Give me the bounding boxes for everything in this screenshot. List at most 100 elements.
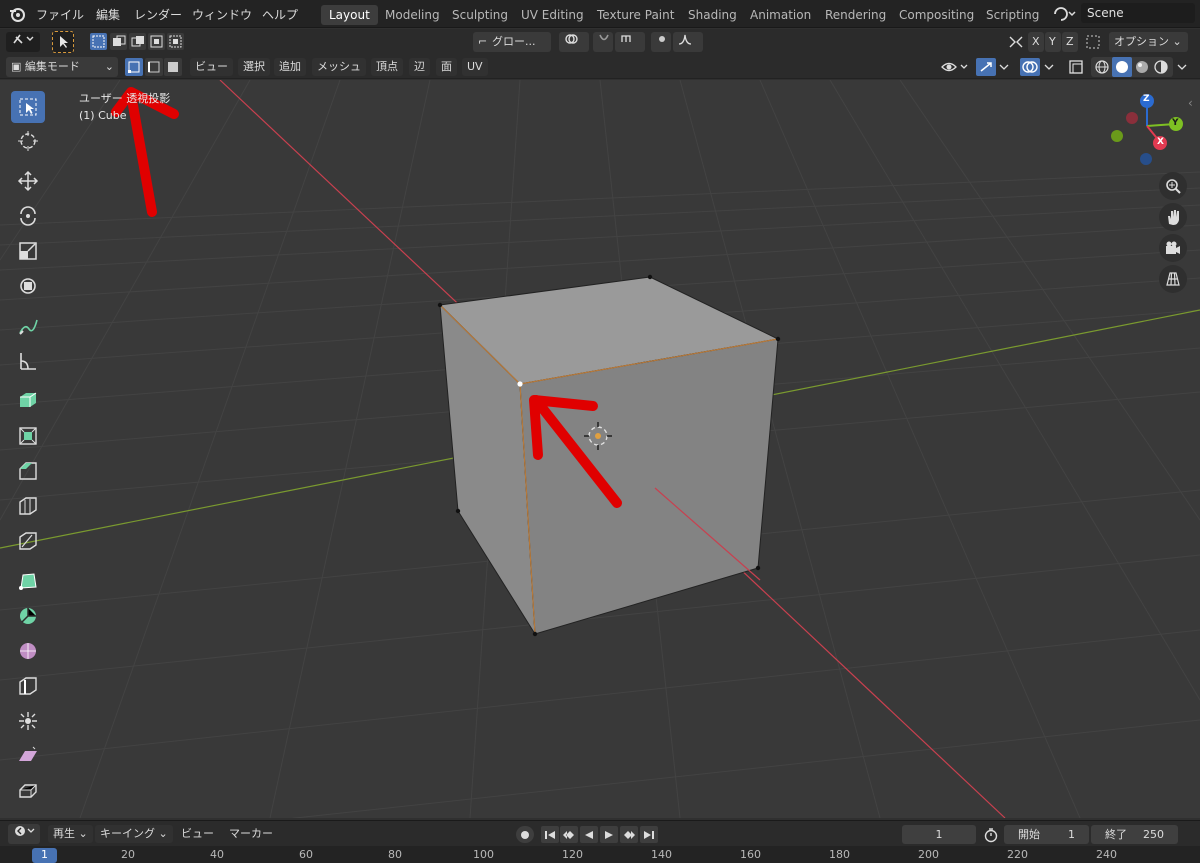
vertex[interactable] xyxy=(775,336,781,342)
tab-modeling[interactable]: Modeling xyxy=(377,5,448,25)
play-icon[interactable] xyxy=(600,826,618,843)
editor-type-dropdown[interactable] xyxy=(8,824,40,844)
vertex[interactable] xyxy=(647,274,653,280)
chevron-down-icon[interactable] xyxy=(998,58,1010,79)
menu-view[interactable]: ビュー xyxy=(190,58,233,76)
menu-mesh[interactable]: メッシュ xyxy=(312,58,366,76)
proportional-edit-button[interactable] xyxy=(651,32,671,52)
current-frame-field[interactable]: 1 xyxy=(902,825,976,844)
menu-select[interactable]: 選択 xyxy=(238,58,270,76)
3d-viewport[interactable]: Z Y X ユーザー 透視投影 (1) Cube xyxy=(0,80,1200,818)
prev-keyframe-icon[interactable] xyxy=(560,826,578,843)
rendered-shading-icon[interactable] xyxy=(1153,59,1169,78)
cube-mesh[interactable] xyxy=(437,274,781,637)
mode-dropdown[interactable]: ▣ 編集モード ⌄ xyxy=(6,57,118,77)
tab-uv-editing[interactable]: UV Editing xyxy=(513,5,592,25)
menu-keying[interactable]: キーイング ⌄ xyxy=(95,825,173,843)
jump-start-icon[interactable] xyxy=(541,826,559,843)
menu-edge[interactable]: 辺 xyxy=(409,58,430,76)
auto-merge-icon[interactable] xyxy=(1085,34,1103,53)
tab-layout[interactable]: Layout xyxy=(321,5,378,25)
solid-shading-icon[interactable] xyxy=(1112,57,1132,77)
select-invert-icon[interactable] xyxy=(148,33,165,50)
select-extend-icon[interactable] xyxy=(110,33,127,50)
navigation-gizmo[interactable] xyxy=(1111,94,1183,165)
bevel-tool-icon[interactable] xyxy=(11,455,45,487)
selected-vertex[interactable] xyxy=(517,381,523,387)
poly-build-tool-icon[interactable] xyxy=(11,565,45,597)
menu-uv[interactable]: UV xyxy=(462,58,488,76)
transform-orientation-dropdown[interactable]: ⌐グロー... ⌄ xyxy=(473,32,551,68)
menu-render[interactable]: レンダー xyxy=(134,6,182,23)
options-dropdown[interactable]: オプション ⌄ xyxy=(1109,32,1188,52)
sidebar-expand-icon[interactable]: ‹ xyxy=(1188,96,1193,110)
tab-animation[interactable]: Animation xyxy=(742,5,819,25)
mirror-y-button[interactable]: Y xyxy=(1045,32,1061,52)
menu-timeline-view[interactable]: ビュー xyxy=(176,825,219,843)
tab-scripting[interactable]: Scripting xyxy=(978,5,1047,25)
knife-tool-icon[interactable] xyxy=(11,525,45,557)
tool-dropdown-button[interactable] xyxy=(6,32,40,52)
menu-add[interactable]: 追加 xyxy=(274,58,306,76)
extrude-tool-icon[interactable] xyxy=(11,420,45,452)
tab-compositing[interactable]: Compositing xyxy=(891,5,982,25)
menu-marker[interactable]: マーカー xyxy=(224,825,278,843)
wireframe-shading-icon[interactable] xyxy=(1094,59,1110,78)
scene-name-field[interactable]: Scene xyxy=(1081,3,1195,23)
playhead-frame[interactable]: 1 xyxy=(32,848,57,863)
play-reverse-icon[interactable] xyxy=(580,826,598,843)
pivot-point-button[interactable] xyxy=(559,32,589,52)
loop-cut-tool-icon[interactable] xyxy=(11,490,45,522)
jump-end-icon[interactable] xyxy=(640,826,658,843)
zoom-icon[interactable] xyxy=(1159,172,1187,200)
ortho-grid-icon[interactable] xyxy=(1159,265,1187,293)
edge-select-mode-icon[interactable] xyxy=(145,58,163,76)
shrink-fatten-tool-icon[interactable] xyxy=(11,705,45,737)
chevron-down-icon[interactable] xyxy=(1176,58,1188,79)
rip-region-tool-icon[interactable] xyxy=(11,775,45,807)
add-cube-tool-icon[interactable] xyxy=(11,385,45,417)
menu-window[interactable]: ウィンドウ xyxy=(192,6,252,23)
face-select-mode-icon[interactable] xyxy=(164,58,182,76)
mirror-x-button[interactable]: X xyxy=(1028,32,1044,52)
mirror-z-button[interactable]: Z xyxy=(1062,32,1078,52)
timeline-ruler[interactable]: 1 20 40 60 80 100 120 140 160 180 200 22… xyxy=(0,846,1200,863)
move-tool-icon[interactable] xyxy=(11,165,45,197)
record-button[interactable] xyxy=(516,826,534,843)
vertex[interactable] xyxy=(437,302,443,308)
tab-rendering[interactable]: Rendering xyxy=(817,5,894,25)
select-intersect-icon[interactable] xyxy=(167,33,184,50)
blender-logo-icon[interactable] xyxy=(8,5,26,26)
chevron-down-icon[interactable] xyxy=(1043,58,1055,79)
spin-tool-icon[interactable] xyxy=(11,600,45,632)
visibility-eye-icon[interactable] xyxy=(940,58,970,79)
material-shading-icon[interactable] xyxy=(1134,59,1150,78)
select-subtract-icon[interactable] xyxy=(129,33,146,50)
overlays-toggle-icon[interactable] xyxy=(1020,58,1040,76)
menu-face[interactable]: 面 xyxy=(436,58,457,76)
tab-texture-paint[interactable]: Texture Paint xyxy=(589,5,682,25)
transform-tool-icon[interactable] xyxy=(11,270,45,302)
annotate-tool-icon[interactable] xyxy=(11,310,45,342)
stopwatch-icon[interactable] xyxy=(983,827,999,846)
snap-toggle-button[interactable] xyxy=(593,32,613,52)
smooth-tool-icon[interactable] xyxy=(11,635,45,667)
snap-target-button[interactable] xyxy=(615,32,645,52)
menu-edit[interactable]: 編集 xyxy=(96,6,120,23)
end-frame-field[interactable]: 終了 250 xyxy=(1091,825,1178,844)
menu-playback[interactable]: 再生 ⌄ xyxy=(48,825,93,843)
menu-vertex[interactable]: 頂点 xyxy=(371,58,403,76)
camera-icon[interactable] xyxy=(1159,234,1187,262)
tab-shading[interactable]: Shading xyxy=(680,5,745,25)
vertex-select-mode-icon[interactable] xyxy=(125,58,143,76)
select-new-icon[interactable] xyxy=(90,33,107,50)
shear-tool-icon[interactable] xyxy=(11,740,45,772)
scene-selector-icon[interactable] xyxy=(1052,5,1078,26)
tab-sculpting[interactable]: Sculpting xyxy=(444,5,516,25)
xray-toggle-icon[interactable] xyxy=(1067,58,1085,79)
scale-tool-icon[interactable] xyxy=(11,235,45,267)
select-box-tool-icon[interactable] xyxy=(11,91,45,123)
falloff-button[interactable] xyxy=(673,32,703,52)
start-frame-field[interactable]: 開始 1 xyxy=(1004,825,1089,844)
edge-slide-tool-icon[interactable] xyxy=(11,670,45,702)
